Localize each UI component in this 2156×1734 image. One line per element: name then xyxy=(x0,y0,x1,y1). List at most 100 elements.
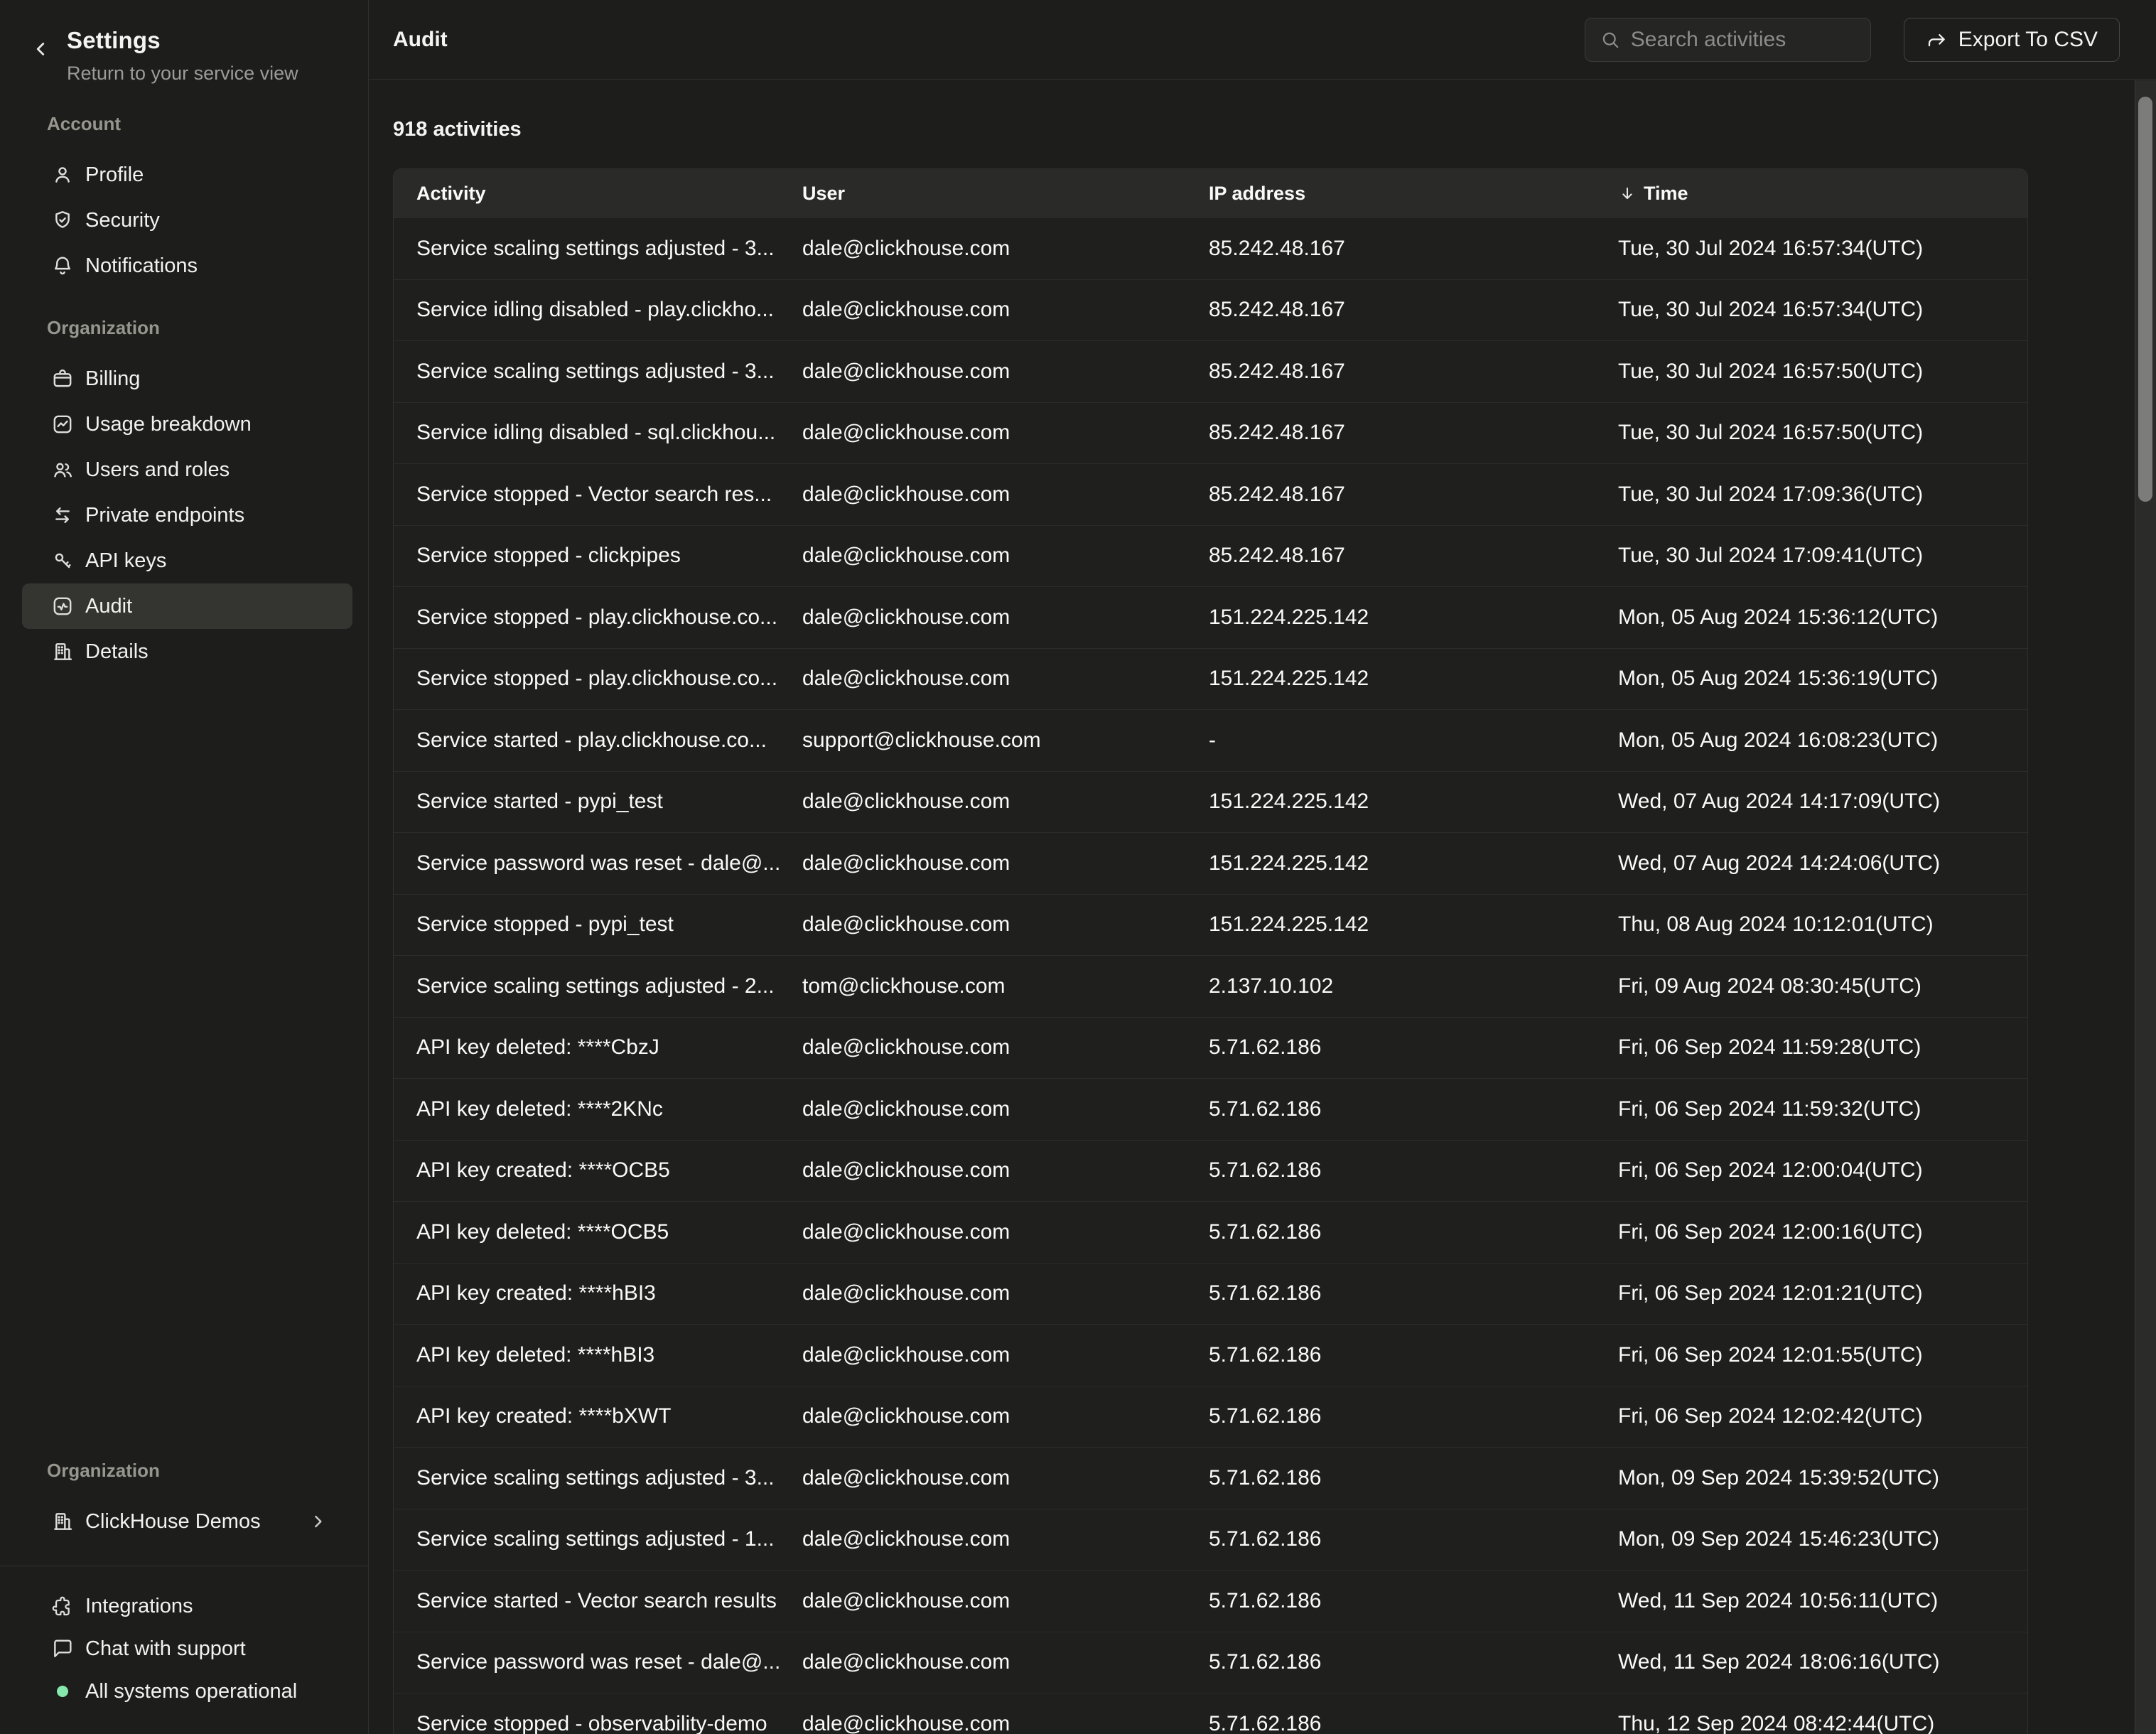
sidebar-item-api-keys[interactable]: API keys xyxy=(22,538,352,583)
cell-time: Fri, 06 Sep 2024 11:59:32(UTC) xyxy=(1618,1097,2027,1121)
cell-activity: Service idling disabled - sql.clickhou..… xyxy=(394,421,802,445)
cell-ip: 151.224.225.142 xyxy=(1209,667,1618,691)
sidebar-section-account: Account ProfileSecurity Notifications xyxy=(0,113,368,289)
activity-icon xyxy=(51,595,74,618)
sidebar-item-chat-with-support[interactable]: Chat with support xyxy=(0,1627,368,1670)
cell-ip: 5.71.62.186 xyxy=(1209,1712,1618,1734)
cell-ip: 5.71.62.186 xyxy=(1209,1589,1618,1613)
sidebar-header: Settings Return to your service view xyxy=(0,27,368,85)
cell-time: Wed, 07 Aug 2024 14:24:06(UTC) xyxy=(1618,851,2027,876)
sidebar-item-security[interactable]: Security xyxy=(22,198,352,243)
cell-activity: Service stopped - clickpipes xyxy=(394,544,802,568)
table-row: Service stopped - play.clickhouse.co...d… xyxy=(394,586,2027,648)
sidebar-item-integrations[interactable]: Integrations xyxy=(0,1585,368,1627)
sidebar-item-private-endpoints[interactable]: Private endpoints xyxy=(22,492,352,538)
cell-user: tom@clickhouse.com xyxy=(802,974,1209,998)
cell-activity: Service started - play.clickhouse.co... xyxy=(394,728,802,753)
column-header-user[interactable]: User xyxy=(802,183,1209,205)
cell-time: Tue, 30 Jul 2024 16:57:50(UTC) xyxy=(1618,360,2027,384)
table-row: Service stopped - pypi_testdale@clickhou… xyxy=(394,894,2027,956)
sidebar-item-profile[interactable]: Profile xyxy=(22,152,352,198)
building-icon xyxy=(51,640,74,663)
scrollbar-thumb[interactable] xyxy=(2138,97,2152,502)
cell-ip: 5.71.62.186 xyxy=(1209,1097,1618,1121)
sidebar-item-users-and-roles[interactable]: Users and roles xyxy=(22,447,352,492)
cell-user: dale@clickhouse.com xyxy=(802,1589,1209,1613)
column-header-time[interactable]: Time xyxy=(1618,183,2027,205)
table-row: Service stopped - play.clickhouse.co...d… xyxy=(394,648,2027,710)
column-header-ip[interactable]: IP address xyxy=(1209,183,1618,205)
cell-time: Tue, 30 Jul 2024 17:09:41(UTC) xyxy=(1618,544,2027,568)
cell-activity: API key created: ****bXWT xyxy=(394,1404,802,1428)
cell-time: Tue, 30 Jul 2024 16:57:34(UTC) xyxy=(1618,237,2027,261)
export-csv-button[interactable]: Export To CSV xyxy=(1904,18,2120,62)
sidebar-item-label: Chat with support xyxy=(85,1637,246,1661)
content: 918 activities Activity User IP address … xyxy=(369,80,2156,1734)
cell-activity: Service stopped - play.clickhouse.co... xyxy=(394,667,802,691)
cell-ip: 5.71.62.186 xyxy=(1209,1220,1618,1244)
main-area: Audit Export To CSV 918 activities Activ… xyxy=(369,0,2156,1734)
cell-activity: Service stopped - Vector search res... xyxy=(394,483,802,507)
search-icon xyxy=(1600,29,1621,50)
cell-activity: API key deleted: ****CbzJ xyxy=(394,1035,802,1060)
cell-user: dale@clickhouse.com xyxy=(802,1466,1209,1490)
billing-icon xyxy=(51,367,74,390)
building-icon xyxy=(51,1510,74,1533)
cell-activity: Service password was reset - dale@... xyxy=(394,851,802,876)
cell-ip: 5.71.62.186 xyxy=(1209,1035,1618,1060)
cell-activity: Service stopped - observability-demo xyxy=(394,1712,802,1734)
table-row: API key deleted: ****2KNcdale@clickhouse… xyxy=(394,1078,2027,1140)
cell-time: Fri, 06 Sep 2024 12:00:16(UTC) xyxy=(1618,1220,2027,1244)
sidebar-item-usage-breakdown[interactable]: Usage breakdown xyxy=(22,402,352,447)
table-row: Service started - pypi_testdale@clickhou… xyxy=(394,771,2027,833)
cell-user: dale@clickhouse.com xyxy=(802,1281,1209,1305)
sidebar-item-notifications[interactable]: Notifications xyxy=(22,243,352,289)
cell-ip: 5.71.62.186 xyxy=(1209,1281,1618,1305)
sidebar-item-all-systems-operational[interactable]: All systems operational xyxy=(0,1670,368,1713)
cell-time: Fri, 06 Sep 2024 12:02:42(UTC) xyxy=(1618,1404,2027,1428)
column-header-time-label: Time xyxy=(1644,183,1688,205)
shield-icon xyxy=(51,209,74,232)
cell-time: Mon, 09 Sep 2024 15:46:23(UTC) xyxy=(1618,1527,2027,1551)
sidebar-item-billing[interactable]: Billing xyxy=(22,356,352,402)
column-header-activity[interactable]: Activity xyxy=(394,183,802,205)
table-row: Service scaling settings adjusted - 3...… xyxy=(394,1447,2027,1509)
cell-ip: 151.224.225.142 xyxy=(1209,912,1618,937)
cell-user: dale@clickhouse.com xyxy=(802,605,1209,630)
sidebar-item-label: Billing xyxy=(85,367,140,391)
cell-time: Thu, 12 Sep 2024 08:42:44(UTC) xyxy=(1618,1712,2027,1734)
section-label: Account xyxy=(0,113,368,135)
search-input[interactable] xyxy=(1631,28,1856,52)
cell-user: dale@clickhouse.com xyxy=(802,1650,1209,1674)
cell-user: dale@clickhouse.com xyxy=(802,483,1209,507)
cell-time: Thu, 08 Aug 2024 10:12:01(UTC) xyxy=(1618,912,2027,937)
table-row: API key created: ****hBI3dale@clickhouse… xyxy=(394,1263,2027,1325)
cell-user: support@clickhouse.com xyxy=(802,728,1209,753)
sidebar-item-audit[interactable]: Audit xyxy=(22,583,352,629)
settings-subtitle: Return to your service view xyxy=(67,63,298,85)
sidebar-item-clickhouse-demos[interactable]: ClickHouse Demos xyxy=(22,1499,352,1544)
users-icon xyxy=(51,458,74,481)
cell-activity: API key created: ****hBI3 xyxy=(394,1281,802,1305)
chart-icon xyxy=(51,413,74,436)
cell-activity: Service stopped - pypi_test xyxy=(394,912,802,937)
back-button[interactable] xyxy=(30,38,51,60)
cell-time: Fri, 06 Sep 2024 12:01:21(UTC) xyxy=(1618,1281,2027,1305)
sidebar-item-details[interactable]: Details xyxy=(22,629,352,674)
cell-activity: Service started - Vector search results xyxy=(394,1589,802,1613)
cell-ip: 151.224.225.142 xyxy=(1209,605,1618,630)
cell-time: Tue, 30 Jul 2024 16:57:34(UTC) xyxy=(1618,298,2027,322)
status-dot xyxy=(57,1686,68,1697)
table-row: Service started - play.clickhouse.co...s… xyxy=(394,709,2027,771)
topbar: Audit Export To CSV xyxy=(369,0,2156,80)
cell-user: dale@clickhouse.com xyxy=(802,360,1209,384)
cell-activity: Service scaling settings adjusted - 2... xyxy=(394,974,802,998)
search-box xyxy=(1585,18,1871,62)
chevron-left-icon xyxy=(30,38,51,60)
bell-icon xyxy=(51,254,74,277)
scrollbar[interactable] xyxy=(2135,80,2156,1734)
sidebar-item-label: Audit xyxy=(85,595,132,618)
cell-ip: 2.137.10.102 xyxy=(1209,974,1618,998)
sidebar-item-label: Notifications xyxy=(85,254,198,278)
cell-user: dale@clickhouse.com xyxy=(802,1712,1209,1734)
